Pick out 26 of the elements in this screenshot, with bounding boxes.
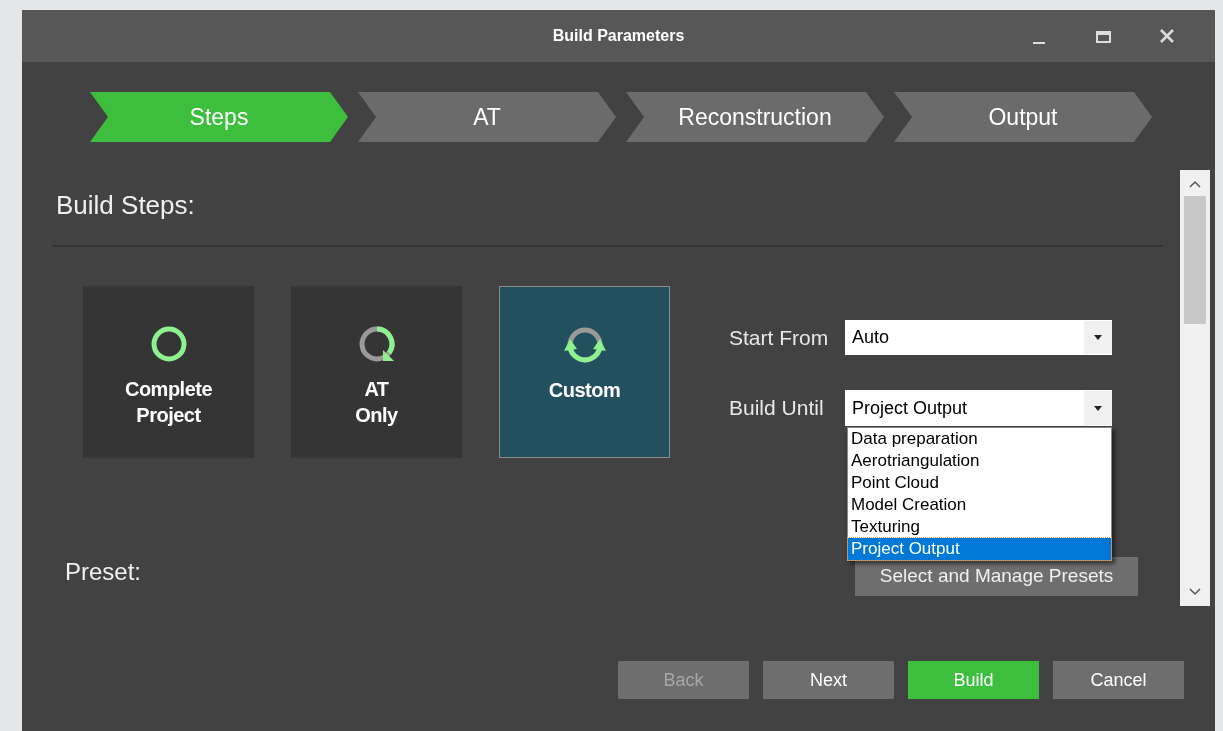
step-tab[interactable]: AT bbox=[358, 92, 616, 142]
window-title: Build Parameters bbox=[552, 26, 685, 46]
section-title: Build Steps: bbox=[56, 189, 196, 222]
step-tab[interactable]: Reconstruction bbox=[626, 92, 884, 142]
scrollbar-thumb[interactable] bbox=[1184, 196, 1206, 324]
build-until-dropdown[interactable]: Project Output bbox=[845, 390, 1112, 426]
dropdown-option[interactable]: Project Output bbox=[848, 538, 1111, 560]
caret-icon bbox=[1094, 335, 1102, 340]
dropdown-option[interactable]: Texturing bbox=[848, 516, 1111, 538]
scrollbar[interactable] bbox=[1180, 170, 1210, 606]
mode-card[interactable]: Custom bbox=[499, 286, 670, 458]
caret-icon bbox=[1094, 405, 1102, 411]
mode-card[interactable]: AT Only bbox=[291, 286, 462, 458]
preset-label: Preset: bbox=[65, 557, 142, 587]
dropdown-option[interactable]: Model Creation bbox=[848, 494, 1111, 516]
dialog-button[interactable]: Cancel bbox=[1053, 661, 1184, 699]
dropdown-option[interactable]: Point Cloud bbox=[848, 472, 1111, 494]
dialog-button[interactable]: Next bbox=[763, 661, 894, 699]
mode-card[interactable]: Complete Project bbox=[83, 286, 254, 458]
dropdown-option[interactable]: Aerotriangulation bbox=[848, 450, 1111, 472]
field-label: Build Until bbox=[729, 395, 825, 422]
step-tab[interactable]: Output bbox=[894, 92, 1152, 142]
presets-button[interactable]: Select and Manage Presets bbox=[855, 557, 1139, 596]
start-from-dropdown[interactable]: Auto bbox=[845, 320, 1112, 355]
dropdown-option[interactable]: Data preparation bbox=[848, 428, 1111, 450]
field-label: Start From bbox=[729, 324, 830, 351]
